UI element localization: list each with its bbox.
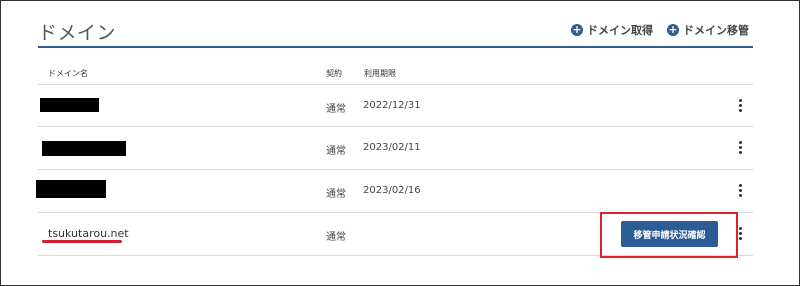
contract-cell: 通常 xyxy=(326,189,346,200)
redacted-domain xyxy=(36,180,106,198)
domain-name[interactable]: tsukutarou.net xyxy=(48,227,129,240)
red-highlight-box xyxy=(600,212,738,258)
expiry-cell: 2023/02/11 xyxy=(363,142,421,153)
red-underline-annotation xyxy=(42,240,122,243)
contract-cell: 通常 xyxy=(326,232,346,243)
table-row: 通常 2023/02/11 xyxy=(38,127,753,170)
transfer-domain-link[interactable]: + ドメイン移管 xyxy=(667,22,749,38)
table-row: 通常 2023/02/16 xyxy=(36,170,753,213)
table-row: tsukutarou.net 通常 移管申請状況確認 xyxy=(38,212,753,258)
page-title: ドメイン xyxy=(38,22,117,44)
column-header-contract: 契約 xyxy=(326,69,342,78)
get-domain-label: ドメイン取得 xyxy=(587,24,653,37)
table-row: 通常 2022/12/31 xyxy=(38,84,753,127)
more-options-icon[interactable] xyxy=(735,141,745,157)
plus-circle-icon: + xyxy=(571,23,583,36)
contract-cell: 通常 xyxy=(326,146,346,157)
transfer-domain-label: ドメイン移管 xyxy=(683,24,749,37)
redacted-domain xyxy=(42,141,126,156)
redacted-domain xyxy=(40,98,99,112)
get-domain-link[interactable]: + ドメイン取得 xyxy=(571,22,653,38)
plus-circle-icon: + xyxy=(667,23,679,36)
expiry-cell: 2023/02/16 xyxy=(363,185,421,196)
header-actions: + ドメイン取得 + ドメイン移管 xyxy=(571,22,749,38)
more-options-icon[interactable] xyxy=(735,184,745,200)
domain-header: ドメイン + ドメイン取得 + ドメイン移管 xyxy=(38,12,753,48)
expiry-cell: 2022/12/31 xyxy=(363,100,421,111)
more-options-icon[interactable] xyxy=(735,99,745,115)
contract-cell: 通常 xyxy=(326,104,346,115)
column-header-domain: ドメイン名 xyxy=(48,69,88,78)
column-header-expiry: 利用期限 xyxy=(364,69,396,78)
